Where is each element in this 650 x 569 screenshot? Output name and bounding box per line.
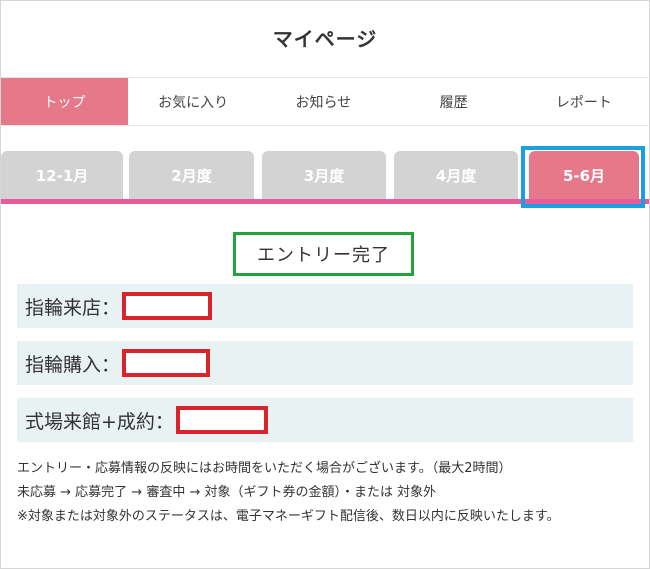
row-label-ring-visit: 指輪来店： — [25, 296, 121, 319]
tab-12-1[interactable]: 12-1月 — [1, 151, 123, 199]
note-line: ※対象または対象外のステータスは、電子マネーギフト配信後、数日以内に反映いたしま… — [17, 509, 560, 524]
nav-item-favorites[interactable]: お気に入り — [128, 78, 258, 125]
entry-status-badge: エントリー完了 — [233, 232, 414, 276]
note-line: 未応募 → 応募完了 → 審査中 → 対象（ギフト券の金額）・または 対象外 — [17, 485, 437, 500]
row-ring-purchase: 指輪購入： — [17, 341, 633, 385]
tab-3[interactable]: 3月度 — [262, 151, 386, 199]
tab-2[interactable]: 2月度 — [129, 151, 254, 199]
active-tab-highlight — [521, 146, 645, 208]
row-label-venue-contract: 式場来館+成約： — [25, 410, 174, 433]
redacted-value — [175, 406, 268, 434]
nav-item-report[interactable]: レポート — [519, 78, 649, 125]
row-venue-contract: 式場来館+成約： — [17, 398, 633, 442]
row-label-ring-purchase: 指輪購入： — [25, 353, 121, 376]
row-ring-visit: 指輪来店： — [17, 284, 633, 328]
main-nav: トップ お気に入り お知らせ 履歴 レポート — [1, 77, 649, 126]
nav-item-history[interactable]: 履歴 — [389, 78, 519, 125]
nav-item-news[interactable]: お知らせ — [258, 78, 388, 125]
page-title: マイページ — [272, 27, 378, 51]
notes: エントリー・応募情報の反映にはお時間をいただく場合がございます。（最大2時間） … — [17, 457, 637, 529]
note-line: エントリー・応募情報の反映にはお時間をいただく場合がございます。（最大2時間） — [17, 461, 512, 476]
tab-4[interactable]: 4月度 — [394, 151, 518, 199]
redacted-value — [122, 292, 213, 320]
nav-item-top[interactable]: トップ — [1, 78, 128, 125]
redacted-value — [122, 349, 211, 377]
mypage-frame: マイページ トップ お気に入り お知らせ 履歴 レポート 12-1月 2月度 3… — [0, 0, 650, 569]
